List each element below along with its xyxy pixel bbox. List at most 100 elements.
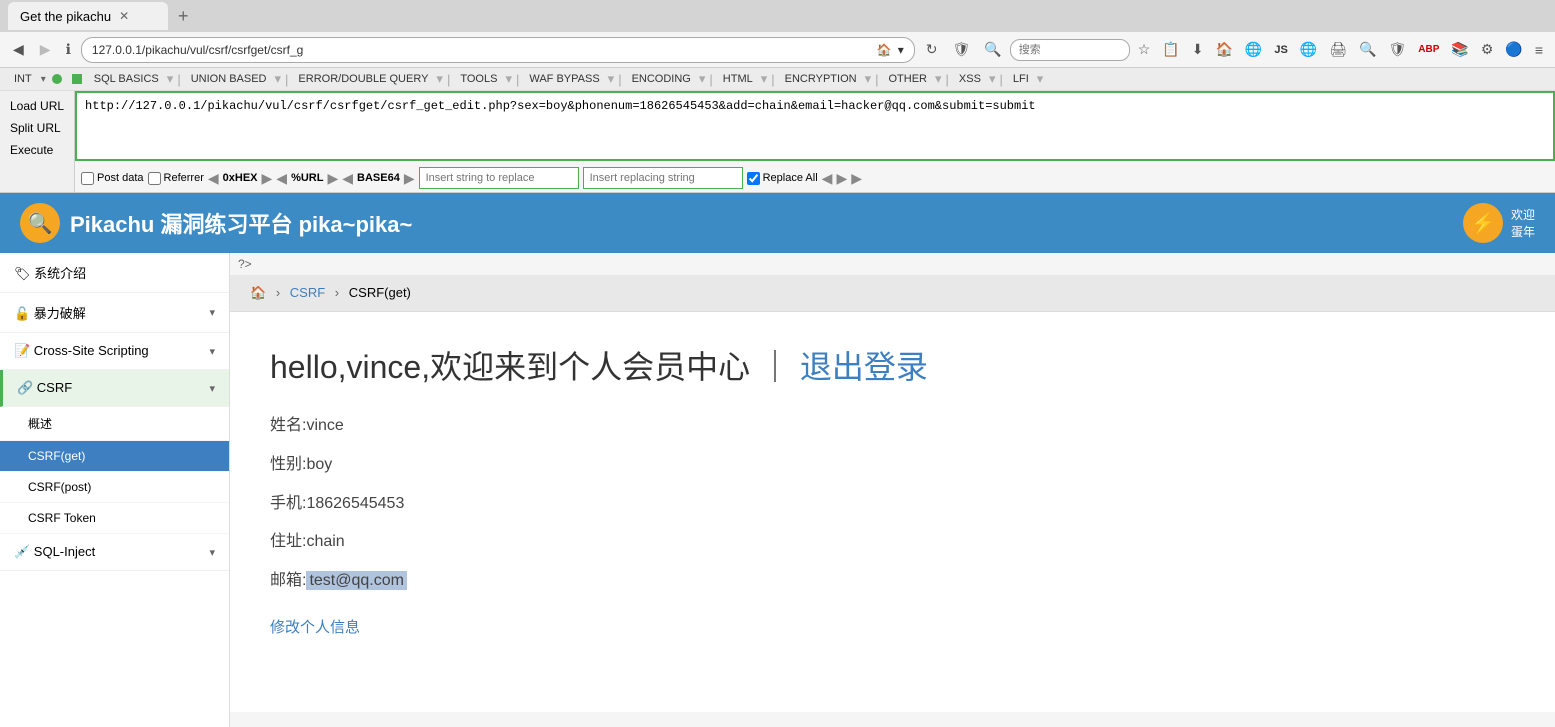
post-data-checkbox[interactable]	[81, 172, 94, 185]
search-input[interactable]	[1010, 39, 1130, 61]
post-data-label[interactable]: Post data	[81, 172, 143, 185]
error-double-button[interactable]: ERROR/DOUBLE QUERY	[292, 71, 434, 87]
green-dot	[52, 74, 62, 84]
chevron-sqlinject: ▾	[209, 546, 215, 559]
insert-replace-input[interactable]	[419, 167, 579, 189]
address-value: chain	[306, 533, 344, 550]
pikachu-title-text: Pikachu 漏洞练习平台 pika~pika~	[70, 207, 412, 239]
download-icon[interactable]: ⬇	[1188, 39, 1208, 60]
name-value: vince	[306, 417, 343, 434]
tools-button[interactable]: TOOLS	[454, 71, 503, 87]
email-value: test@qq.com	[306, 571, 407, 590]
back-button[interactable]: ◀	[8, 39, 29, 60]
modify-info-link[interactable]: 修改个人信息	[270, 616, 360, 637]
sidebar-item-sqlinject[interactable]: 💉 SQL-Inject ▾	[0, 534, 229, 571]
referrer-label[interactable]: Referrer	[148, 172, 204, 185]
user-address: 住址:chain	[270, 528, 1515, 557]
sidebar-item-xss[interactable]: 📝 Cross-Site Scripting ▾	[0, 333, 229, 370]
dropdown-icon[interactable]: ▾	[898, 43, 904, 57]
user-sex: 性别:boy	[270, 451, 1515, 480]
user-email: 邮箱:test@qq.com	[270, 567, 1515, 596]
sidebar-xss-label: 📝 Cross-Site Scripting	[14, 343, 149, 359]
encoding-button[interactable]: ENCODING	[626, 71, 697, 87]
int-dropdown[interactable]: ▾	[41, 74, 46, 85]
arrow-right-3: ▶	[404, 170, 415, 187]
js-icon[interactable]: JS	[1270, 42, 1291, 58]
sex-label: 性别:	[270, 456, 306, 473]
sidebar-intro-label: 🏷 系统介绍	[14, 263, 86, 282]
other-button[interactable]: OTHER	[883, 71, 934, 87]
insert-replacing-input[interactable]	[583, 167, 743, 189]
breadcrumb-csrf[interactable]: CSRF	[290, 285, 325, 300]
ext3-icon[interactable]: 🔵	[1501, 39, 1526, 60]
sidebar-sub-csrf-get[interactable]: CSRF(get)	[0, 441, 229, 472]
sidebar-bruteforce-label: 🔓 暴力破解	[14, 303, 86, 322]
replace-all-label[interactable]: Replace All	[747, 172, 818, 185]
lfi-button[interactable]: LFI	[1007, 71, 1035, 87]
hackbar: INT ▾ SQL BASICS▾ | UNION BASED▾ | ERROR…	[0, 68, 1555, 193]
breadcrumb-current: CSRF(get)	[349, 285, 411, 300]
breadcrumb: 🏠 › CSRF › CSRF(get)	[230, 275, 1555, 312]
tab-close-button[interactable]: ✕	[119, 9, 129, 23]
union-based-button[interactable]: UNION BASED	[185, 71, 273, 87]
sidebar-sub-csrf-post[interactable]: CSRF(post)	[0, 472, 229, 503]
print-icon[interactable]: 🖨	[1325, 39, 1351, 60]
arrow-left-2: ◀	[276, 170, 287, 187]
arrow-right-2: ▶	[327, 170, 338, 187]
referrer-checkbox[interactable]	[148, 172, 161, 185]
globe-icon[interactable]: 🌐	[1241, 39, 1266, 60]
php-notice: ?>	[230, 253, 1555, 275]
ext2-icon[interactable]: 📚	[1447, 39, 1472, 60]
sidebar-csrf-post-label: CSRF(post)	[28, 480, 91, 494]
sidebar-sub-overview[interactable]: 概述	[0, 407, 229, 441]
pikachu-title: 🔍 Pikachu 漏洞练习平台 pika~pika~	[20, 203, 412, 243]
forward-button[interactable]: ▶	[35, 39, 56, 60]
address-bar: ◀ ▶ ℹ 127.0.0.1/pikachu/vul/csrf/csrfget…	[0, 32, 1555, 68]
year-text: 蛋年	[1511, 223, 1535, 240]
html-button[interactable]: HTML	[717, 71, 759, 87]
arrow-right-4: ▶	[836, 170, 847, 187]
active-tab[interactable]: Get the pikachu ✕	[8, 2, 168, 30]
split-url-button[interactable]: Split URL	[0, 117, 74, 139]
replace-all-checkbox[interactable]	[747, 172, 760, 185]
greeting-text: hello,vince,欢迎来到个人会员中心 ｜	[270, 349, 791, 385]
home-nav-icon[interactable]: 🏠	[1211, 39, 1236, 60]
main-content: ?> 🏠 › CSRF › CSRF(get) hello,vince,欢迎来到…	[230, 253, 1555, 727]
breadcrumb-sep2: ›	[335, 285, 339, 300]
shield2-icon[interactable]: 🛡	[1384, 39, 1410, 60]
reload-button[interactable]: ↻	[921, 39, 943, 60]
xss-button[interactable]: XSS	[953, 71, 987, 87]
zoom-icon[interactable]: 🔍	[1355, 39, 1380, 60]
sidebar-item-bruteforce[interactable]: 🔓 暴力破解 ▾	[0, 293, 229, 333]
clipboard-icon[interactable]: 📋	[1158, 39, 1183, 60]
abp-icon[interactable]: ABP	[1414, 42, 1443, 57]
logout-link[interactable]: 退出登录	[800, 349, 928, 385]
phone-value: 18626545453	[306, 495, 404, 512]
hex-label: 0xHEX	[223, 172, 258, 184]
content-area: 🏷 系统介绍 🔓 暴力破解 ▾ 📝 Cross-Site Scripting ▾…	[0, 253, 1555, 727]
breadcrumb-sep1: ›	[276, 285, 280, 300]
search-icon[interactable]: 🔍	[980, 39, 1005, 60]
settings-icon[interactable]: ⚙	[1477, 39, 1498, 60]
waf-bypass-button[interactable]: WAF BYPASS	[523, 71, 605, 87]
menu-icon[interactable]: ≡	[1531, 40, 1547, 60]
new-tab-button[interactable]: +	[172, 6, 195, 27]
arrow-right-5: ▶	[851, 170, 862, 187]
execute-button[interactable]: Execute	[0, 139, 74, 161]
sidebar-item-csrf[interactable]: 🔗 CSRF ▾	[0, 370, 229, 407]
tab-title: Get the pikachu	[20, 9, 111, 24]
encryption-button[interactable]: ENCRYPTION	[779, 71, 863, 87]
url-field[interactable]: 127.0.0.1/pikachu/vul/csrf/csrfget/csrf_…	[81, 37, 915, 63]
load-url-button[interactable]: Load URL	[0, 95, 74, 117]
sidebar: 🏷 系统介绍 🔓 暴力破解 ▾ 📝 Cross-Site Scripting ▾…	[0, 253, 230, 727]
url-textarea[interactable]: http://127.0.0.1/pikachu/vul/csrf/csrfge…	[75, 91, 1555, 161]
hackbar-options: Post data Referrer ◀ 0xHEX ▶ ◀ %URL ▶ ◀ …	[75, 164, 1555, 192]
sidebar-item-intro[interactable]: 🏷 系统介绍	[0, 253, 229, 293]
sidebar-sub-csrf-token[interactable]: CSRF Token	[0, 503, 229, 534]
sql-basics-button[interactable]: SQL BASICS	[88, 71, 165, 87]
bookmark-icon[interactable]: ☆	[1134, 39, 1155, 60]
hackbar-main-area: http://127.0.0.1/pikachu/vul/csrf/csrfge…	[75, 91, 1555, 192]
sidebar-csrf-label: 🔗 CSRF	[17, 380, 72, 396]
ext1-icon[interactable]: 🌐	[1296, 39, 1321, 60]
int-button[interactable]: INT	[8, 71, 38, 87]
